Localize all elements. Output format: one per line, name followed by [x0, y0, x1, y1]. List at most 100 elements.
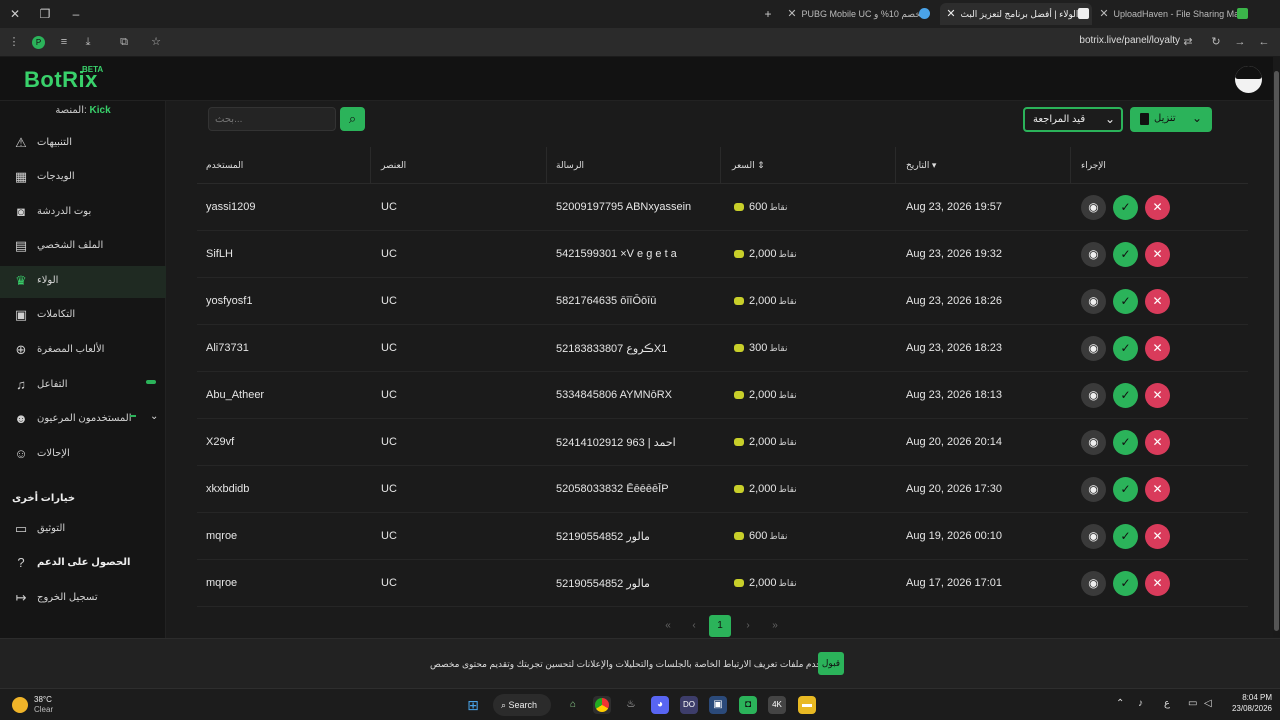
download-button[interactable]: تنزيل ⌄	[1130, 107, 1212, 132]
view-button[interactable]: ◉	[1081, 571, 1106, 596]
page-first-button[interactable]: «	[657, 615, 679, 637]
sidebar-item-support[interactable]: ? الحصول على الدعم	[0, 548, 166, 580]
cookie-accept-button[interactable]: قبول	[818, 652, 844, 675]
approve-button[interactable]: ✓	[1113, 430, 1138, 455]
chrome-icon[interactable]	[593, 696, 611, 714]
app-icon[interactable]: 4K	[768, 696, 786, 714]
approve-button[interactable]: ✓	[1113, 195, 1138, 220]
window-close-icon[interactable]: ✕	[4, 4, 26, 24]
sidebar-item-interaction[interactable]: ♫ التفاعل	[0, 370, 166, 402]
home-icon[interactable]: ⌂	[564, 696, 582, 714]
reject-button[interactable]: ✕	[1145, 571, 1170, 596]
page-prev-button[interactable]: ‹	[683, 615, 705, 637]
view-button[interactable]: ◉	[1081, 242, 1106, 267]
avatar[interactable]	[1235, 66, 1262, 93]
reject-button[interactable]: ✕	[1145, 477, 1170, 502]
windows-start-icon[interactable]: ⊞	[464, 696, 482, 714]
sidebar-item-chatbot[interactable]: ◙ بوت الدردشة	[0, 197, 166, 229]
search-button[interactable]: ⌕	[340, 107, 365, 131]
file-explorer-icon[interactable]: ▬	[798, 696, 816, 714]
window-minimize-icon[interactable]: –	[65, 4, 87, 24]
sidebar-item-logout[interactable]: ↦ تسجيل الخروج	[0, 583, 166, 615]
extension-icon[interactable]: P	[32, 36, 45, 49]
view-button[interactable]: ◉	[1081, 477, 1106, 502]
app-icon[interactable]: DO	[680, 696, 698, 714]
view-button[interactable]: ◉	[1081, 524, 1106, 549]
search-input[interactable]	[208, 107, 336, 131]
download-icon[interactable]: ⤓	[80, 34, 96, 50]
volume-icon[interactable]: ◁	[1204, 698, 1212, 709]
app-icon[interactable]: ▣	[709, 696, 727, 714]
approve-button[interactable]: ✓	[1113, 477, 1138, 502]
approve-button[interactable]: ✓	[1113, 336, 1138, 361]
col-date[interactable]: التاريخ ▾	[906, 160, 936, 171]
tab-close-icon[interactable]: ✕	[785, 3, 799, 25]
android-icon[interactable]: ◘	[739, 696, 757, 714]
view-button[interactable]: ◉	[1081, 430, 1106, 455]
view-button[interactable]: ◉	[1081, 383, 1106, 408]
microphone-icon[interactable]: ♪	[1138, 698, 1143, 709]
reject-button[interactable]: ✕	[1145, 383, 1170, 408]
other-options-header: خيارات أخرى	[12, 493, 76, 504]
tray-chevron-up-icon[interactable]: ⌃	[1116, 698, 1124, 709]
app-header: BotRix BETA	[0, 57, 1273, 101]
clock[interactable]: 8:04 PM 23/08/2026	[1222, 693, 1272, 713]
sidebar-item-docs[interactable]: ▭ التوثيق	[0, 514, 166, 546]
forward-icon[interactable]: →	[1232, 34, 1248, 50]
browser-tab-loyalty[interactable]: ✕ الولاء | أفضل برنامج لتعزيز البث	[940, 3, 1092, 25]
sidebar-item-profile[interactable]: ▤ الملف الشخصي	[0, 231, 166, 263]
approve-button[interactable]: ✓	[1113, 383, 1138, 408]
sidebar-item-alerts[interactable]: ⚠ التنبيهات	[0, 128, 166, 160]
cell-user: X29vf	[206, 436, 235, 448]
bookmark-star-icon[interactable]: ☆	[148, 34, 164, 50]
reject-button[interactable]: ✕	[1145, 430, 1170, 455]
reject-button[interactable]: ✕	[1145, 336, 1170, 361]
page-scrollbar[interactable]	[1273, 57, 1280, 637]
browser-tab-pubg[interactable]: ✕ PUBG Mobile UC بخصم 10% و	[785, 3, 935, 25]
col-price[interactable]: السعر ⇕	[732, 160, 765, 171]
col-message[interactable]: الرسالة	[556, 160, 584, 171]
sidebar-item-minigames[interactable]: ⊕ الألعاب المصغرة	[0, 335, 166, 367]
site-settings-icon[interactable]: ⇄	[1180, 34, 1196, 50]
sidebar-item-widgets[interactable]: ▦ الويدجات	[0, 162, 166, 194]
language-icon[interactable]: ع	[1164, 698, 1170, 709]
status-filter-select[interactable]: قيد المراجعة ⌄	[1023, 107, 1123, 132]
chevron-down-icon[interactable]: ⌄	[150, 411, 158, 422]
browser-tab-uploadhaven[interactable]: ✕ UploadHaven - File Sharing Ma	[1097, 3, 1253, 25]
page-last-button[interactable]: »	[764, 615, 786, 637]
taskbar-search[interactable]: ⌕ Search	[493, 694, 551, 716]
reject-button[interactable]: ✕	[1145, 524, 1170, 549]
reject-button[interactable]: ✕	[1145, 195, 1170, 220]
approve-button[interactable]: ✓	[1113, 524, 1138, 549]
view-button[interactable]: ◉	[1081, 195, 1106, 220]
steam-icon[interactable]: ♨	[622, 696, 640, 714]
new-tab-icon[interactable]: +	[757, 4, 779, 24]
approve-button[interactable]: ✓	[1113, 289, 1138, 314]
view-button[interactable]: ◉	[1081, 289, 1106, 314]
help-icon: ?	[17, 555, 25, 570]
col-user[interactable]: المستخدم	[206, 160, 243, 171]
approve-button[interactable]: ✓	[1113, 571, 1138, 596]
tab-close-icon[interactable]: ✕	[944, 3, 958, 25]
sidebar-item-integrations[interactable]: ▣ التكاملات	[0, 300, 166, 332]
extensions-puzzle-icon[interactable]: ⧉	[116, 34, 132, 50]
view-button[interactable]: ◉	[1081, 336, 1106, 361]
back-icon[interactable]: ←	[1256, 34, 1272, 50]
col-item[interactable]: العنصر	[381, 160, 406, 171]
reject-button[interactable]: ✕	[1145, 242, 1170, 267]
page-next-button[interactable]: ›	[737, 615, 759, 637]
url-text[interactable]: botrix.live/panel/loyalty	[1060, 35, 1180, 46]
playlist-icon[interactable]: ≡	[56, 34, 72, 50]
sidebar-item-sponsored-users[interactable]: ☻ المستخدمون المرعيون ⌄	[0, 404, 166, 436]
network-icon[interactable]: ▭	[1188, 698, 1197, 709]
discord-icon[interactable]: ◕	[651, 696, 669, 714]
approve-button[interactable]: ✓	[1113, 242, 1138, 267]
window-restore-icon[interactable]: ❐	[34, 4, 56, 24]
menu-kebab-icon[interactable]: ⋮	[6, 34, 22, 50]
reject-button[interactable]: ✕	[1145, 289, 1170, 314]
tab-close-icon[interactable]: ✕	[1097, 3, 1111, 25]
page-current-button[interactable]: 1	[709, 615, 731, 637]
sidebar-item-referrals[interactable]: ☺ الإحالات	[0, 439, 166, 471]
sidebar-item-loyalty[interactable]: ♛ الولاء	[0, 266, 166, 298]
reload-icon[interactable]: ↻	[1208, 34, 1224, 50]
